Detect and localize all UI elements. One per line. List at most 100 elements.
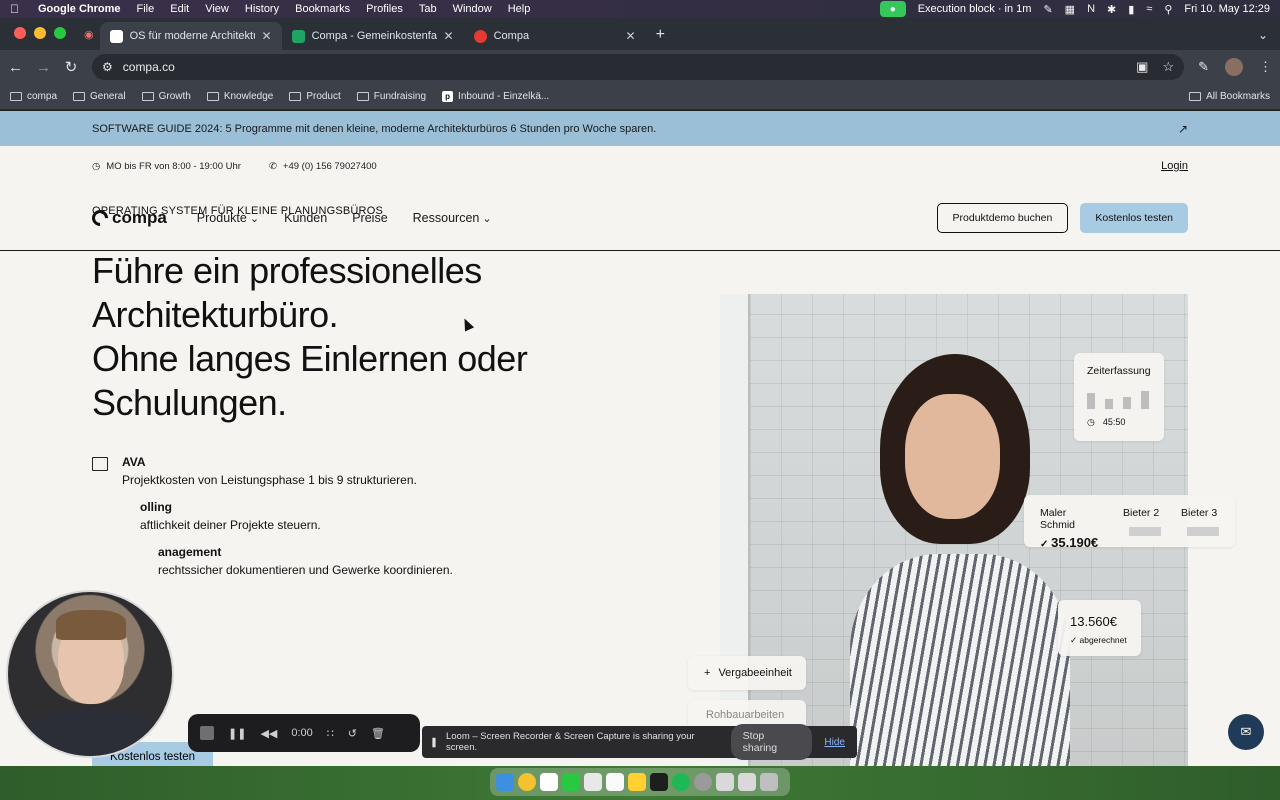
award-unit-label: Vergabeeinheit	[718, 667, 792, 679]
stop-recording-icon[interactable]	[200, 726, 214, 740]
chrome-menu-icon[interactable]: ⋮	[1259, 59, 1272, 75]
bookmark-folder-growth[interactable]: Growth	[141, 91, 191, 102]
menu-edit[interactable]: Edit	[170, 3, 189, 15]
drag-handle-icon[interactable]: ❚	[430, 737, 438, 748]
menubar-status-area: ● Execution block · in 1m ✎ ▦ N ✱ ▮ ≈ ⚲ …	[879, 1, 1270, 17]
menu-file[interactable]: File	[137, 3, 155, 15]
preview-icon[interactable]	[716, 773, 734, 791]
menu-tab[interactable]: Tab	[419, 3, 437, 15]
search-icon[interactable]: ⚲	[1164, 3, 1172, 16]
apple-icon[interactable]: 	[10, 2, 24, 16]
bidder-comparison-card: Maler Schmid ✓ 35.190€ Bieter 2 Bieter 3	[1024, 495, 1235, 550]
bookmark-folder-product[interactable]: Product	[289, 91, 341, 102]
tab-close-icon[interactable]: ✕	[626, 29, 636, 43]
chrome-icon[interactable]	[518, 773, 536, 791]
bookmark-folder-compa[interactable]: compa	[10, 91, 57, 102]
menu-bookmarks[interactable]: Bookmarks	[295, 3, 350, 15]
card-title: Zeiterfassung	[1087, 365, 1151, 377]
bookmark-label: Fundraising	[373, 91, 427, 102]
minimize-window-icon[interactable]	[34, 27, 46, 39]
bar-sparkline	[1087, 391, 1151, 409]
chat-widget-icon[interactable]: ✉	[1228, 714, 1264, 750]
bookmark-star-icon[interactable]: ☆	[1162, 59, 1174, 75]
calendar-icon[interactable]	[540, 773, 558, 791]
battery-icon[interactable]: ▮	[1128, 3, 1134, 16]
tab-close-icon[interactable]: ✕	[444, 29, 454, 43]
bookmark-folder-general[interactable]: General	[73, 91, 126, 102]
feature-item: olling aftlichkeit deiner Projekte steuer…	[92, 500, 652, 532]
slack-icon[interactable]	[584, 773, 602, 791]
tab-compa[interactable]: Compa ✕	[464, 22, 646, 50]
bookmark-folder-knowledge[interactable]: Knowledge	[206, 91, 273, 102]
tab-title: OS für moderne Architekturbüros	[129, 30, 255, 42]
figma-icon[interactable]	[650, 773, 668, 791]
loom-webcam-bubble[interactable]	[6, 590, 174, 758]
notion-icon[interactable]: N	[1087, 3, 1095, 15]
pen-icon[interactable]: ✎	[1043, 3, 1052, 16]
clock-icon: ◷	[1087, 417, 1095, 427]
finder-icon[interactable]	[496, 773, 514, 791]
camera-icon[interactable]: ▣	[1136, 59, 1148, 75]
stop-sharing-button[interactable]: Stop sharing	[730, 724, 813, 760]
site-info-icon[interactable]: ⚙	[102, 60, 113, 74]
address-bar[interactable]: ⚙ compa.co ▣ ☆	[92, 54, 1185, 80]
miro-icon[interactable]	[628, 773, 646, 791]
restart-icon[interactable]: ↺	[348, 727, 357, 740]
bar	[1141, 391, 1149, 409]
whatsapp-icon[interactable]	[562, 773, 580, 791]
menu-help[interactable]: Help	[508, 3, 531, 15]
calendar-status[interactable]: Execution block · in 1m	[918, 3, 1032, 15]
arrow-up-right-icon[interactable]: ↗	[1178, 122, 1188, 136]
profile-avatar[interactable]	[1225, 58, 1243, 76]
facetime-icon[interactable]: ●	[879, 1, 906, 17]
close-window-icon[interactable]	[14, 27, 26, 39]
menu-profiles[interactable]: Profiles	[366, 3, 403, 15]
bookmark-label: General	[90, 91, 126, 102]
reload-icon[interactable]: ↻	[64, 58, 78, 76]
spotify-icon[interactable]	[672, 773, 690, 791]
free-trial-button[interactable]: Kostenlos testen	[1080, 203, 1188, 233]
rewind-icon[interactable]: ◀◀	[260, 727, 277, 740]
pipedrive-icon: p	[442, 91, 454, 102]
url-text[interactable]: compa.co	[123, 60, 175, 74]
folder-icon	[73, 92, 86, 101]
trash-bin-icon[interactable]	[760, 773, 778, 791]
tab-close-icon[interactable]: ✕	[262, 29, 272, 43]
forward-icon[interactable]: →	[36, 59, 51, 76]
menubar-app-name[interactable]: Google Chrome	[38, 3, 121, 15]
tab-search-chevron-icon[interactable]: ⌄	[1246, 28, 1280, 50]
layout-icon[interactable]: ▦	[1065, 3, 1075, 16]
bluetooth-icon[interactable]: ✱	[1107, 3, 1116, 16]
tab-sheets[interactable]: Compa - Gemeinkostenfaktor ✕	[282, 22, 464, 50]
pause-icon[interactable]: ❚❚	[228, 727, 246, 740]
system-settings-icon[interactable]	[694, 773, 712, 791]
bookmark-folder-fundraising[interactable]: Fundraising	[356, 91, 427, 102]
woman-portrait	[850, 354, 1070, 774]
tab-compa-os[interactable]: OS für moderne Architekturbüros ✕	[99, 22, 282, 50]
new-tab-icon[interactable]: +	[646, 26, 675, 50]
grid-icon[interactable]: ∷	[327, 727, 334, 740]
menubar-datetime[interactable]: Fri 10. May 12:29	[1184, 3, 1270, 15]
menu-view[interactable]: View	[205, 3, 229, 15]
maximize-window-icon[interactable]	[54, 27, 66, 39]
login-link[interactable]: Login	[1161, 160, 1188, 172]
bookmark-label: Growth	[158, 91, 191, 102]
back-icon[interactable]: ←	[8, 59, 23, 76]
folder-stack-icon[interactable]	[738, 773, 756, 791]
phone-number[interactable]: +49 (0) 156 79027400	[283, 161, 377, 172]
bookmark-inbound[interactable]: p Inbound - Einzelkä...	[442, 91, 549, 102]
shell-works-label: Rohbauarbeiten	[706, 709, 785, 721]
billed-amount-card: 13.560€ ✓ abgerechnet	[1058, 600, 1141, 656]
extensions-icon[interactable]: ✎	[1198, 59, 1209, 75]
compa-red-favicon-icon	[473, 29, 487, 43]
hide-link[interactable]: Hide	[820, 737, 849, 748]
menu-window[interactable]: Window	[453, 3, 492, 15]
book-demo-button[interactable]: Produktdemo buchen	[936, 203, 1069, 233]
wifi-icon[interactable]: ≈	[1146, 3, 1152, 15]
trash-icon[interactable]: 🗑	[371, 727, 385, 740]
notion-icon[interactable]	[606, 773, 624, 791]
all-bookmarks[interactable]: All Bookmarks	[1189, 91, 1270, 102]
promo-banner[interactable]: SOFTWARE GUIDE 2024: 5 Programme mit den…	[0, 111, 1280, 146]
time-value: 45:50	[1102, 417, 1126, 427]
menu-history[interactable]: History	[245, 3, 279, 15]
